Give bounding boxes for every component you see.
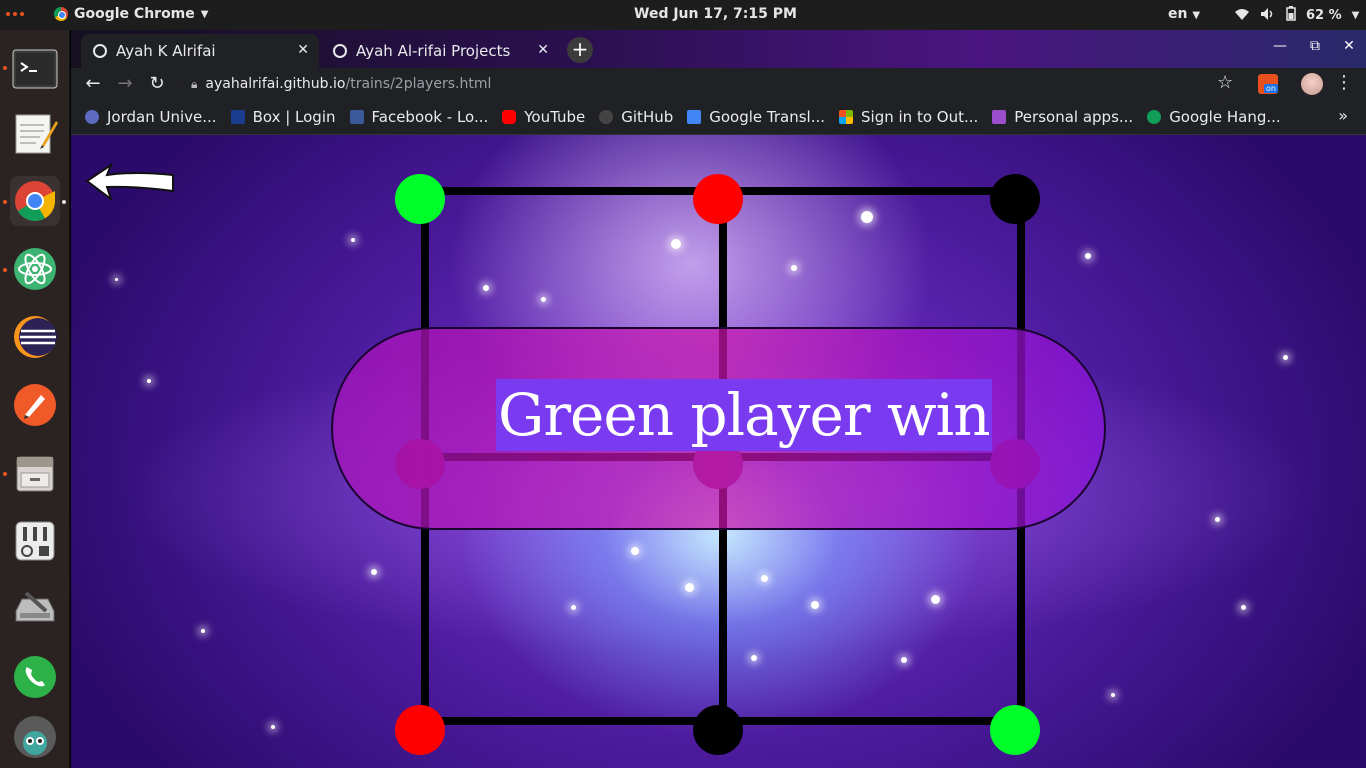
eclipse-icon[interactable] <box>10 312 60 362</box>
running-indicator <box>3 66 7 70</box>
atom-icon[interactable] <box>10 244 60 294</box>
system-top-bar: Google Chrome ▼ Wed Jun 17, 7:15 PM en ▼… <box>0 0 1366 30</box>
maximize-window-icon[interactable]: ⧉ <box>1305 38 1325 54</box>
chevron-down-icon: ▼ <box>200 8 209 20</box>
kebab-menu-icon[interactable]: ⋮ <box>1335 72 1353 93</box>
bookmark-youtube[interactable]: YouTube <box>502 108 585 126</box>
wifi-icon <box>1234 7 1250 25</box>
app-menu[interactable]: Google Chrome ▼ <box>54 6 208 22</box>
chevron-down-icon: ▼ <box>1351 10 1360 21</box>
browser-tab-strip: Ayah K Alrifai ✕ Ayah Al-rifai Projects … <box>71 30 1366 68</box>
phone-app-icon[interactable] <box>10 652 60 702</box>
clock[interactable]: Wed Jun 17, 7:15 PM <box>634 6 797 22</box>
bookmark-label: Personal apps... <box>1014 108 1134 126</box>
box-icon <box>230 110 245 124</box>
close-tab-icon[interactable]: ✕ <box>537 42 549 58</box>
bookmark-label: Google Hang... <box>1169 108 1281 126</box>
window-dots-icon[interactable] <box>6 12 24 16</box>
bookmark-github[interactable]: GitHub <box>599 108 673 126</box>
running-indicator <box>3 472 7 476</box>
language-label: en <box>1168 6 1188 22</box>
chrome-icon <box>54 7 68 21</box>
disk-utility-icon[interactable] <box>10 584 60 634</box>
url-host: ayahalrifai.github.io <box>205 76 346 92</box>
close-tab-icon[interactable]: ✕ <box>297 42 309 58</box>
github-icon <box>599 110 614 124</box>
tab-ayah-k-alrifai[interactable]: Ayah K Alrifai ✕ <box>81 34 319 68</box>
piece-top-left[interactable] <box>395 174 445 224</box>
bookmark-label: YouTube <box>524 108 586 126</box>
address-bar[interactable]: 🔒︎ ayahalrifai.github.io/trains/2players… <box>181 70 1231 98</box>
url-path: /trains/2players.html <box>345 76 492 92</box>
piece-bottom-left[interactable] <box>395 705 445 755</box>
extension-icon[interactable] <box>1258 74 1278 94</box>
close-window-icon[interactable]: ✕ <box>1339 38 1359 54</box>
bookmark-jordan-university[interactable]: Jordan Unive... <box>85 108 217 126</box>
browser-toolbar: ← → ↻ 🔒︎ ayahalrifai.github.io/trains/2p… <box>71 68 1366 100</box>
app-name-label: Google Chrome <box>74 6 195 22</box>
reload-icon[interactable]: ↻ <box>145 72 169 96</box>
settings-tweaks-icon[interactable] <box>10 516 60 566</box>
bookmarks-bar: Jordan Unive... Box | Login Facebook - L… <box>71 100 1366 135</box>
bookmark-outlook[interactable]: Sign in to Out... <box>839 108 978 126</box>
tab-label: Ayah Al-rifai Projects <box>356 42 511 60</box>
game-page: Green player win <box>71 135 1366 768</box>
terminal-icon[interactable] <box>10 44 60 94</box>
bookmark-label: Google Transl... <box>709 108 826 126</box>
tab-label: Ayah K Alrifai <box>116 42 216 60</box>
battery-percent: 62 % <box>1306 8 1342 23</box>
system-tray[interactable]: 62 % ▼ <box>1234 6 1359 25</box>
minimize-window-icon[interactable]: — <box>1270 38 1290 54</box>
piece-bottom-right[interactable] <box>990 705 1040 755</box>
bookmark-label: Sign in to Out... <box>861 108 979 126</box>
text-editor-icon[interactable] <box>10 108 60 158</box>
launcher-dock <box>0 30 70 768</box>
pen-app-icon[interactable] <box>10 380 60 430</box>
hangouts-icon <box>1147 110 1162 124</box>
bookmark-label: Facebook - Lo... <box>371 108 489 126</box>
forward-arrow-icon[interactable]: → <box>113 72 137 96</box>
more-bookmarks-icon[interactable]: » <box>1338 106 1348 125</box>
bookmark-box[interactable]: Box | Login <box>230 108 336 126</box>
microsoft-icon <box>839 110 854 124</box>
volume-icon <box>1260 7 1276 25</box>
battery-icon <box>1286 6 1296 25</box>
youtube-icon <box>502 110 517 124</box>
facebook-icon <box>349 110 364 124</box>
file-manager-icon[interactable] <box>10 448 60 498</box>
bookmark-google-translate[interactable]: Google Transl... <box>687 108 825 126</box>
bookmark-google-hangouts[interactable]: Google Hang... <box>1147 108 1281 126</box>
personal-apps-icon <box>992 110 1007 124</box>
avatar-app-icon[interactable] <box>10 712 60 762</box>
globe-icon <box>93 44 107 58</box>
bookmark-label: Box | Login <box>252 108 336 126</box>
piece-top-center[interactable] <box>693 174 743 224</box>
bookmark-label: Jordan Unive... <box>107 108 217 126</box>
lock-icon: 🔒︎ <box>191 76 198 91</box>
bookmark-personal-apps[interactable]: Personal apps... <box>992 108 1133 126</box>
language-indicator[interactable]: en ▼ <box>1168 6 1200 22</box>
winner-message: Green player win <box>496 379 992 451</box>
new-tab-button[interactable]: + <box>567 37 593 63</box>
running-indicator <box>3 200 7 204</box>
bookmark-facebook[interactable]: Facebook - Lo... <box>349 108 489 126</box>
jordan-university-icon <box>85 110 99 124</box>
running-indicator <box>3 268 7 272</box>
back-arrow-icon[interactable]: ← <box>81 72 105 96</box>
tab-ayah-al-rifai-projects[interactable]: Ayah Al-rifai Projects ✕ <box>321 34 559 68</box>
piece-bottom-center[interactable] <box>693 705 743 755</box>
profile-avatar[interactable] <box>1301 73 1323 95</box>
bookmark-star-icon[interactable]: ☆ <box>1217 72 1233 93</box>
chrome-icon[interactable] <box>10 176 60 226</box>
globe-icon <box>333 44 347 58</box>
google-translate-icon <box>687 110 702 124</box>
piece-top-right[interactable] <box>990 174 1040 224</box>
bookmark-label: GitHub <box>621 108 674 126</box>
focused-indicator <box>62 200 66 204</box>
